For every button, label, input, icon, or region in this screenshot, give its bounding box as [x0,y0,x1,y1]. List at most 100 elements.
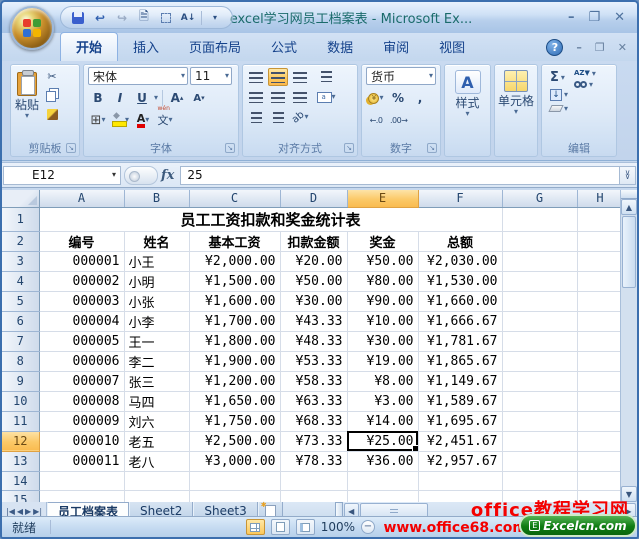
cell[interactable] [577,207,623,231]
number-format-select[interactable]: 货币▾ [366,67,436,85]
cell-A3[interactable]: 000001 [39,251,124,271]
cell-F5[interactable]: ¥1,660.00 [418,291,502,311]
workbook-minimize-button[interactable]: – [576,41,582,54]
table-header-cell[interactable]: 总额 [418,231,502,251]
office-button[interactable] [10,6,54,50]
row-header-3[interactable]: 3 [2,251,39,271]
undo-icon[interactable]: ↩ [91,9,109,26]
name-box[interactable]: E12▾ [3,166,121,185]
cell[interactable] [577,291,623,311]
find-select-button[interactable]: ▾ [574,81,596,88]
cut-icon[interactable]: ✂ [42,67,62,85]
cell-D13[interactable]: ¥78.33 [280,451,347,471]
column-header-E[interactable]: E [347,190,418,207]
insert-function-button[interactable]: fx [161,168,180,183]
italic-button[interactable]: I [110,89,130,107]
cell[interactable] [577,271,623,291]
cell[interactable] [124,471,189,490]
row-header-14[interactable]: 14 [2,471,39,490]
row-header-5[interactable]: 5 [2,291,39,311]
cell-D4[interactable]: ¥50.00 [280,271,347,291]
align-top-icon[interactable] [246,68,266,86]
page-layout-view-icon[interactable] [271,519,290,535]
name-box-divider[interactable] [124,166,158,185]
workbook-restore-button[interactable]: ❐ [595,41,605,54]
copy-icon[interactable] [42,86,62,104]
cell-A12[interactable]: 000010 [39,431,124,451]
row-header-13[interactable]: 13 [2,451,39,471]
cell-C9[interactable]: ¥1,200.00 [189,371,280,391]
tab-insert[interactable]: 插入 [118,33,174,61]
page-break-view-icon[interactable] [296,519,315,535]
cell[interactable] [502,291,577,311]
select-all-corner[interactable] [2,190,39,207]
split-handle[interactable] [621,190,637,199]
fill-button[interactable]: ↓▾ [550,89,568,101]
cell[interactable] [280,471,347,490]
row-header-12[interactable]: 12 [2,431,39,451]
cell-C4[interactable]: ¥1,500.00 [189,271,280,291]
column-header-H[interactable]: H [577,190,623,207]
cell-C6[interactable]: ¥1,700.00 [189,311,280,331]
cell-D10[interactable]: ¥63.33 [280,391,347,411]
sort-ascending-icon[interactable]: A↓ [179,9,197,26]
cell-A5[interactable]: 000003 [39,291,124,311]
cell[interactable] [39,490,124,502]
cell-E7[interactable]: ¥30.00 [347,331,418,351]
cell[interactable] [189,471,280,490]
cell[interactable] [577,391,623,411]
cell-A9[interactable]: 000007 [39,371,124,391]
cell-E11[interactable]: ¥14.00 [347,411,418,431]
vertical-scrollbar[interactable]: ▲ ▼ [620,190,637,502]
cell-D9[interactable]: ¥58.33 [280,371,347,391]
cell-A7[interactable]: 000005 [39,331,124,351]
tab-review[interactable]: 审阅 [368,33,424,61]
sort-filter-button[interactable]: AZ▼▾ [574,70,596,77]
clear-button[interactable]: ▾ [550,105,568,112]
cell-E5[interactable]: ¥90.00 [347,291,418,311]
cell-E6[interactable]: ¥10.00 [347,311,418,331]
cell-C7[interactable]: ¥1,800.00 [189,331,280,351]
cell[interactable] [577,251,623,271]
cell[interactable] [502,371,577,391]
cell-E3[interactable]: ¥50.00 [347,251,418,271]
cell[interactable] [502,411,577,431]
cell[interactable] [502,251,577,271]
cell-E8[interactable]: ¥19.00 [347,351,418,371]
cell[interactable] [347,490,418,502]
cell[interactable] [280,490,347,502]
accounting-format-icon[interactable]: ¥▾ [366,89,386,107]
table-header-cell[interactable]: 基本工资 [189,231,280,251]
cell[interactable] [502,311,577,331]
cell[interactable] [577,451,623,471]
dialog-launcher-icon[interactable]: ↘ [225,143,235,153]
cell-D11[interactable]: ¥68.33 [280,411,347,431]
cell-F13[interactable]: ¥2,957.67 [418,451,502,471]
table-header-cell[interactable]: 扣款金额 [280,231,347,251]
cell[interactable] [577,371,623,391]
cell-B4[interactable]: 小明 [124,271,189,291]
autosum-button[interactable]: Σ▾ [550,70,568,85]
cell[interactable] [577,351,623,371]
cells-button[interactable]: 单元格 ▾ [495,65,537,115]
cell-C3[interactable]: ¥2,000.00 [189,251,280,271]
row-header-8[interactable]: 8 [2,351,39,371]
zoom-out-icon[interactable]: − [361,520,375,534]
formula-bar-expand-icon[interactable]: ∨∨ [619,166,636,185]
row-header-15[interactable]: 15 [2,490,39,502]
cell-B12[interactable]: 老五 [124,431,189,451]
cell[interactable] [502,231,577,251]
tab-view[interactable]: 视图 [424,33,480,61]
cell-E4[interactable]: ¥80.00 [347,271,418,291]
cell[interactable] [502,431,577,451]
tab-page-layout[interactable]: 页面布局 [174,33,256,61]
percent-style-icon[interactable]: % [388,89,408,107]
cell-B6[interactable]: 小李 [124,311,189,331]
orientation-icon[interactable]: ab▾ [290,108,311,126]
zoom-level[interactable]: 100% [321,520,355,534]
column-header-G[interactable]: G [502,190,577,207]
minimize-button[interactable]: – [568,10,575,25]
paste-button[interactable]: 粘贴 ▾ [15,67,39,123]
dialog-launcher-icon[interactable]: ↘ [427,143,437,153]
cell[interactable] [39,471,124,490]
